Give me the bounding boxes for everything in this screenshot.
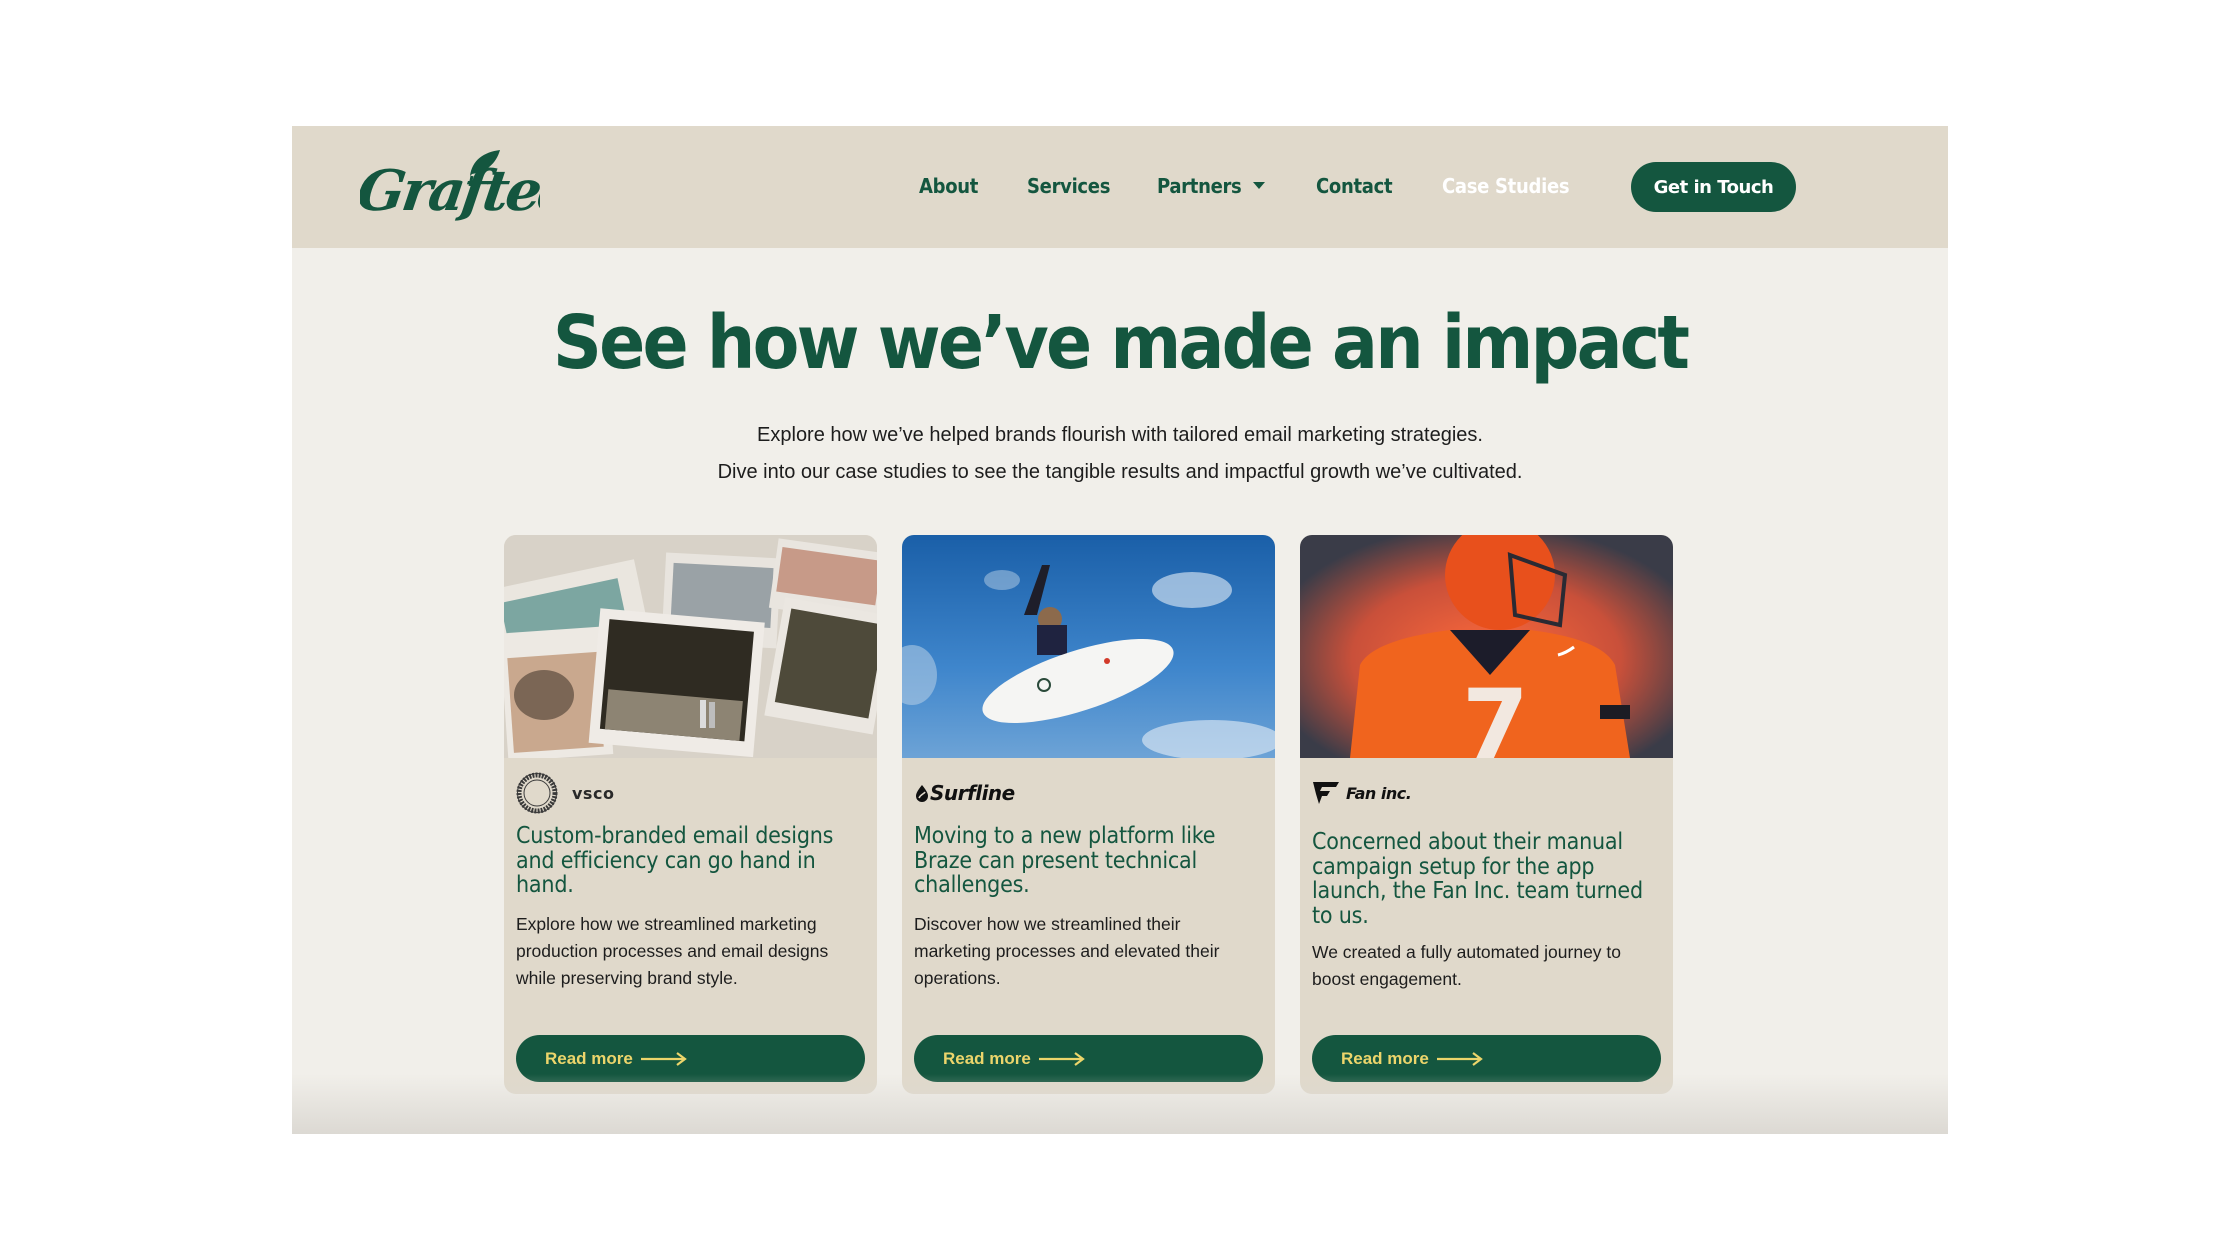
hero-subtitle-line-1: Explore how we’ve helped brands flourish… — [757, 424, 1483, 446]
nav-partners[interactable]: Partners — [1157, 172, 1266, 200]
client-logo-fan-inc: Fan inc. — [1312, 771, 1412, 815]
arrow-right-icon — [1038, 1051, 1085, 1066]
read-more-label: Read more — [943, 1048, 1031, 1068]
read-more-button[interactable]: Read more — [1312, 1035, 1661, 1082]
nav-case-studies[interactable]: Case Studies — [1442, 172, 1570, 200]
card-image-football-player: 7 — [1300, 535, 1673, 758]
client-name: vsco — [572, 783, 615, 803]
hero-subtitle-line-2: Dive into our case studies to see the ta… — [717, 461, 1523, 483]
client-logo-surfline: Surfline — [914, 771, 1015, 815]
nav-partners-label: Partners — [1157, 174, 1242, 198]
read-more-label: Read more — [1341, 1048, 1429, 1068]
card-description: We created a fully automated journey to … — [1312, 942, 1622, 989]
card-description: Explore how we streamlined marketing pro… — [516, 914, 829, 988]
case-study-card-surfline: Surfline Moving to a new platform like B… — [902, 535, 1275, 1094]
nav-about[interactable]: About — [919, 172, 978, 200]
nav-services[interactable]: Services — [1027, 172, 1110, 200]
caret-down-icon — [1253, 182, 1266, 189]
vsco-logo-icon — [516, 772, 558, 814]
card-description: Discover how we streamlined their market… — [914, 914, 1220, 988]
read-more-button[interactable]: Read more — [516, 1035, 865, 1082]
page-title: See how we’ve made an impact — [552, 300, 1690, 386]
get-in-touch-button[interactable]: Get in Touch — [1631, 162, 1796, 212]
client-name: Surfline — [930, 781, 1015, 805]
site-header: Grafted About Services Partners Contact … — [292, 126, 1948, 248]
card-title: Concerned about their manual campaign se… — [1312, 829, 1643, 929]
client-name: Fan inc. — [1346, 783, 1412, 803]
read-more-label: Read more — [545, 1048, 633, 1068]
svg-text:7: 7 — [1462, 669, 1529, 758]
svg-text:Grafted: Grafted — [360, 158, 540, 224]
grafted-logo[interactable]: Grafted — [353, 146, 582, 232]
arrow-right-icon — [640, 1051, 687, 1066]
fan-inc-logo-icon — [1313, 782, 1339, 804]
read-more-button[interactable]: Read more — [914, 1035, 1263, 1082]
arrow-right-icon — [1436, 1051, 1483, 1066]
card-title: Custom-branded email designs and efficie… — [516, 823, 834, 898]
page-frame: Grafted About Services Partners Contact … — [292, 126, 1948, 1134]
card-image-surfer — [902, 535, 1275, 758]
nav-contact[interactable]: Contact — [1316, 172, 1393, 200]
card-image-polaroids — [504, 535, 877, 758]
case-study-card-vsco: vsco Custom-branded email designs and ef… — [504, 535, 877, 1094]
card-title: Moving to a new platform like Braze can … — [914, 823, 1216, 898]
client-logo-vsco: vsco — [516, 771, 614, 815]
case-study-card-fan-inc: 7 Fan inc. Concerned about their manual … — [1300, 535, 1673, 1094]
surfline-drop-icon — [916, 785, 928, 802]
